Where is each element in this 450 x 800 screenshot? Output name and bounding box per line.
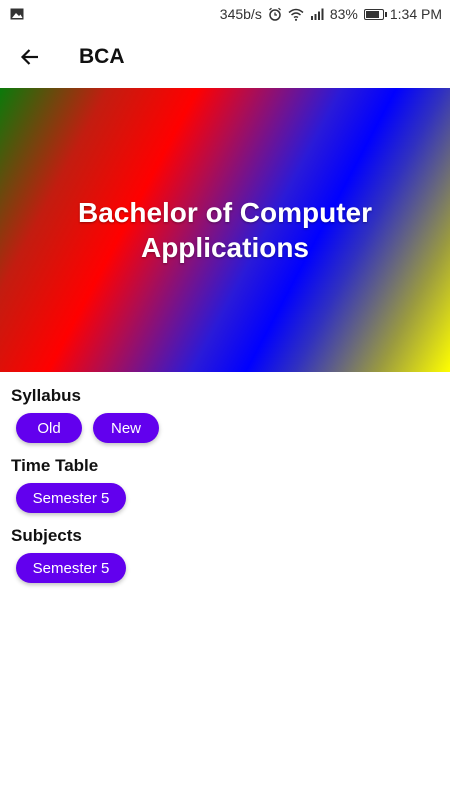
- time-table-semester-5-button[interactable]: Semester 5: [16, 483, 126, 513]
- subjects-buttons: Semester 5: [11, 553, 126, 583]
- syllabus-old-button[interactable]: Old: [16, 413, 82, 443]
- battery-percent: 83%: [329, 6, 358, 22]
- time-table-label: Time Table: [11, 456, 99, 475]
- time-table-buttons: Semester 5: [11, 483, 126, 513]
- network-speed: 345b/s: [219, 6, 262, 22]
- page-title: BCA: [79, 45, 125, 68]
- syllabus-section: Syllabus Old New: [11, 386, 159, 443]
- syllabus-buttons: Old New: [11, 413, 159, 443]
- status-left: [10, 8, 220, 20]
- battery-fill: [365, 10, 379, 18]
- syllabus-new-button[interactable]: New: [93, 413, 159, 443]
- hero-banner: Bachelor of Computer Applications: [0, 88, 450, 372]
- image-icon: [10, 8, 24, 20]
- status-bar: 345b/s 83% 1:34 PM: [0, 0, 450, 28]
- hero-title: Bachelor of Computer Applications: [77, 197, 373, 263]
- subjects-section: Subjects Semester 5: [11, 526, 126, 583]
- time-table-section: Time Table Semester 5: [11, 456, 126, 513]
- status-right: 345b/s 83% 1:34 PM: [220, 6, 442, 22]
- syllabus-label: Syllabus: [11, 386, 81, 405]
- subjects-semester-5-button[interactable]: Semester 5: [16, 553, 126, 583]
- battery-icon: [363, 8, 387, 20]
- alarm-icon: [268, 7, 282, 21]
- arrow-left-icon: [20, 47, 40, 67]
- signal-icon: [310, 8, 324, 20]
- subjects-label: Subjects: [11, 526, 82, 545]
- app-bar: BCA: [0, 28, 450, 86]
- wifi-icon: [288, 8, 304, 21]
- clock: 1:34 PM: [389, 6, 442, 22]
- back-button[interactable]: [0, 28, 60, 86]
